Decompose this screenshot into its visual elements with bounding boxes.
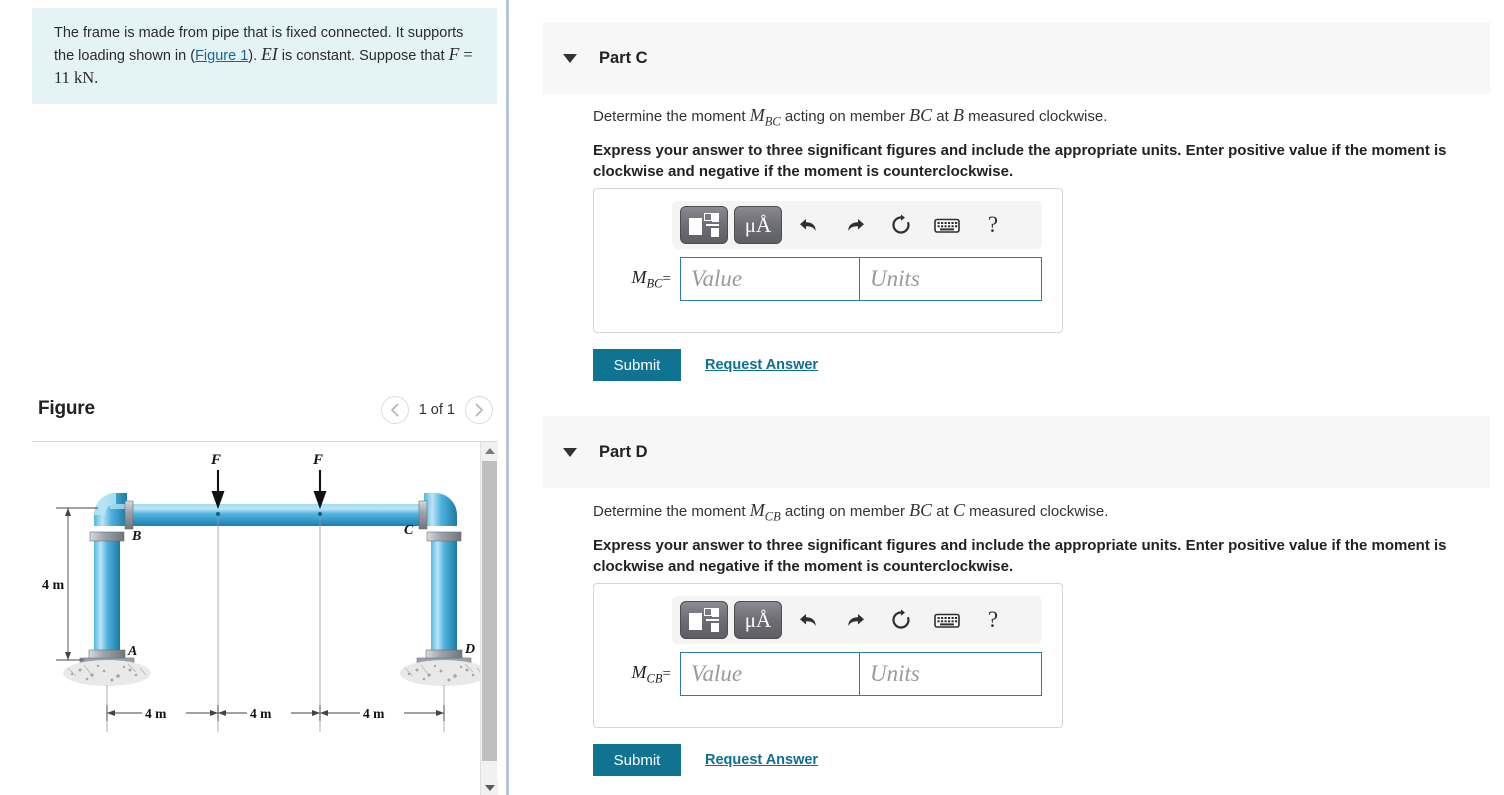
units-micro-angstrom-button[interactable]: μÅ (734, 601, 782, 639)
load-label-left: F (210, 452, 221, 468)
answer-equals-sign: = (662, 665, 671, 682)
height-dimension-label: 4 m (42, 578, 65, 593)
chevron-left-icon[interactable] (380, 396, 409, 424)
point-symbol: B (953, 105, 964, 125)
undo-arrow-icon[interactable] (788, 206, 830, 244)
keyboard-icon[interactable] (926, 206, 968, 244)
question-pre-text: Determine the moment (593, 108, 750, 125)
part-c-answer-row: MBC= Value Units (594, 257, 1062, 301)
scroll-down-arrow-icon[interactable] (481, 779, 498, 795)
reset-circular-arrow-icon[interactable] (880, 601, 922, 639)
question-at-text: at (932, 503, 953, 520)
node-label-A: A (127, 644, 137, 659)
answer-symbol: M (631, 661, 647, 682)
redo-arrow-icon[interactable] (834, 206, 876, 244)
problem-statement-box: The frame is made from pipe that is fixe… (32, 8, 497, 104)
part-d-math-toolbar: μÅ ? (672, 596, 1042, 644)
moment-symbol-subscript: BC (764, 114, 781, 129)
part-d-label: Part D (599, 442, 648, 461)
left-panel: The frame is made from pipe that is fixe… (0, 0, 508, 795)
right-panel: Part C Determine the moment MBC acting o… (509, 0, 1504, 795)
help-question-icon[interactable]: ? (972, 206, 1014, 244)
answer-subscript: CB (646, 671, 663, 686)
member-symbol: BC (909, 105, 933, 125)
part-c-submit-button[interactable]: Submit (593, 349, 681, 381)
F-symbol: F (448, 44, 460, 64)
problem-text-part2: ). (248, 48, 262, 64)
question-pre-text: Determine the moment (593, 503, 750, 520)
part-d-submit-button[interactable]: Submit (593, 744, 681, 776)
point-symbol: C (953, 500, 966, 520)
part-c-header[interactable]: Part C (543, 22, 1490, 94)
span-label-2: 4 m (250, 706, 272, 721)
figure-navigation: 1 of 1 (380, 396, 493, 424)
figure-1-link[interactable]: Figure 1 (195, 48, 248, 64)
part-d-answer-box: μÅ ? MCB= Value Units (593, 583, 1063, 728)
keyboard-icon[interactable] (926, 601, 968, 639)
node-label-C: C (404, 523, 414, 538)
question-at-text: at (932, 108, 953, 125)
part-d-request-answer-link[interactable]: Request Answer (705, 752, 818, 768)
question-post-text: measured clockwise. (965, 503, 1109, 520)
part-d-answer-label: MCB= (594, 662, 680, 687)
units-micro-angstrom-button[interactable]: μÅ (734, 206, 782, 244)
math-template-icon[interactable] (680, 601, 728, 639)
moment-symbol: MCB (749, 500, 781, 524)
part-c-value-input[interactable]: Value (680, 257, 860, 301)
question-mid-text: acting on member (780, 503, 910, 520)
part-d-header[interactable]: Part D (543, 416, 1490, 488)
moment-symbol: MBC (749, 105, 781, 129)
scrollbar-thumb[interactable] (482, 461, 497, 761)
figure-panel-header: Figure 1 of 1 (38, 396, 493, 436)
part-d-value-input[interactable]: Value (680, 652, 860, 696)
part-c-answer-label: MBC= (594, 267, 680, 292)
problem-text-part3: is constant. Suppose that (277, 48, 449, 64)
help-question-icon[interactable]: ? (972, 601, 1014, 639)
part-c-instructions: Express your answer to three significant… (593, 142, 1447, 180)
figure-title: Figure (38, 398, 95, 419)
collapse-caret-icon[interactable] (563, 53, 577, 63)
page-root: The frame is made from pipe that is fixe… (0, 0, 1504, 795)
load-label-right: F (312, 452, 323, 468)
units-button-label: μÅ (744, 607, 772, 632)
part-d-units-input[interactable]: Units (860, 652, 1042, 696)
answer-symbol: M (631, 266, 647, 287)
part-d-instructions: Express your answer to three significant… (593, 537, 1447, 575)
part-c-label: Part C (599, 48, 648, 67)
part-c-units-input[interactable]: Units (860, 257, 1042, 301)
figure-viewport: F F B C A D 4 m 4 m 4 m 4 m (32, 441, 498, 795)
moment-symbol-letter: M (749, 105, 765, 125)
node-label-B: B (131, 529, 141, 544)
figure-counter: 1 of 1 (418, 402, 455, 418)
member-symbol: BC (909, 500, 933, 520)
node-label-D: D (464, 642, 475, 657)
units-button-label: μÅ (744, 212, 772, 237)
scroll-up-arrow-icon[interactable] (481, 442, 498, 459)
question-mid-text: acting on member (780, 108, 910, 125)
span-label-3: 4 m (363, 706, 385, 721)
part-c-math-toolbar: μÅ ? (672, 201, 1042, 249)
part-c-answer-box: μÅ ? MBC= Value Units (593, 188, 1063, 333)
part-c-request-answer-link[interactable]: Request Answer (705, 357, 818, 373)
collapse-caret-icon[interactable] (563, 447, 577, 457)
figure-scrollbar[interactable] (480, 442, 498, 795)
moment-symbol-letter: M (749, 500, 765, 520)
answer-equals-sign: = (662, 270, 671, 287)
problem-statement-text: The frame is made from pipe that is fixe… (54, 23, 479, 90)
undo-arrow-icon[interactable] (788, 601, 830, 639)
reset-circular-arrow-icon[interactable] (880, 206, 922, 244)
math-template-icon[interactable] (680, 206, 728, 244)
question-post-text: measured clockwise. (964, 108, 1108, 125)
part-c-question: Determine the moment MBC acting on membe… (593, 104, 1107, 133)
answer-subscript: BC (646, 276, 663, 291)
span-label-1: 4 m (145, 706, 167, 721)
part-d-question: Determine the moment MCB acting on membe… (593, 499, 1108, 528)
chevron-right-icon[interactable] (465, 396, 493, 424)
frame-diagram: F F B C A D 4 m 4 m 4 m 4 m (32, 442, 480, 795)
redo-arrow-icon[interactable] (834, 601, 876, 639)
part-d-answer-row: MCB= Value Units (594, 652, 1062, 696)
EI-symbol: EI (261, 44, 278, 64)
moment-symbol-subscript: CB (764, 509, 781, 524)
